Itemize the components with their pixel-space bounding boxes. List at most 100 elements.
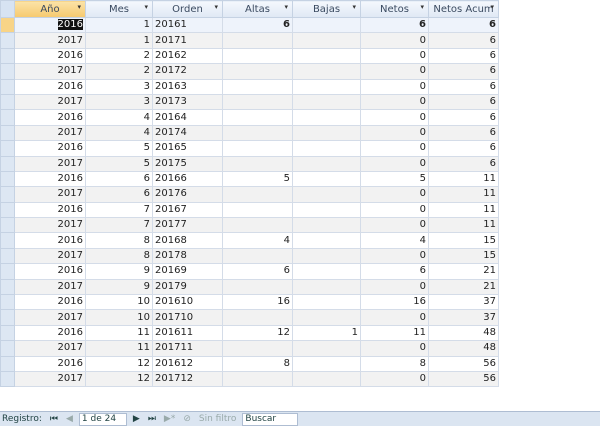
cell[interactable]: 11 xyxy=(428,170,499,188)
cell[interactable]: 1 xyxy=(292,324,361,342)
cell[interactable]: 1 xyxy=(85,32,153,49)
row-selector[interactable] xyxy=(0,78,15,95)
cell[interactable]: 12 xyxy=(222,324,293,342)
row-selector[interactable] xyxy=(0,294,15,311)
cell[interactable] xyxy=(292,232,361,249)
cell[interactable]: 9 xyxy=(85,263,153,280)
cell[interactable]: 2016 xyxy=(14,78,86,95)
column-header[interactable]: Orden ▾ xyxy=(152,0,223,18)
cell[interactable]: 0 xyxy=(360,140,429,157)
cell[interactable] xyxy=(292,78,361,95)
cell[interactable] xyxy=(222,155,293,172)
sort-filter-dropdown-icon[interactable]: ▾ xyxy=(284,3,288,11)
cell[interactable]: 4 xyxy=(222,232,293,249)
cell[interactable]: 6 xyxy=(222,263,293,280)
cell[interactable]: 12 xyxy=(85,370,153,388)
cell[interactable]: 20167 xyxy=(152,201,223,219)
cell[interactable]: 2017 xyxy=(14,278,86,296)
cell[interactable]: 6 xyxy=(85,186,153,203)
row-selector[interactable] xyxy=(0,155,15,172)
cell[interactable]: 4 xyxy=(85,109,153,126)
cell[interactable]: 20173 xyxy=(152,93,223,111)
cell[interactable]: 6 xyxy=(428,124,499,142)
cell[interactable]: 201612 xyxy=(152,355,223,372)
row-selector[interactable] xyxy=(0,232,15,249)
cell[interactable]: 20162 xyxy=(152,47,223,65)
cell[interactable] xyxy=(292,140,361,157)
last-record-button[interactable]: ⏭ xyxy=(146,414,158,424)
cell[interactable]: 201610 xyxy=(152,294,223,311)
row-selector[interactable] xyxy=(0,340,15,357)
cell[interactable]: 16 xyxy=(360,294,429,311)
column-header[interactable]: Bajas ▾ xyxy=(292,0,361,18)
cell[interactable]: 0 xyxy=(360,278,429,296)
cell[interactable]: 21 xyxy=(428,263,499,280)
cell[interactable]: 0 xyxy=(360,32,429,49)
cell[interactable] xyxy=(222,340,293,357)
cell[interactable] xyxy=(292,16,361,34)
cell[interactable]: 0 xyxy=(360,47,429,65)
cell[interactable]: 6 xyxy=(428,109,499,126)
cell[interactable]: 7 xyxy=(85,217,153,234)
cell[interactable]: 37 xyxy=(428,309,499,326)
row-selector[interactable] xyxy=(0,309,15,326)
cell[interactable]: 2017 xyxy=(14,217,86,234)
row-selector[interactable] xyxy=(0,140,15,157)
cell[interactable]: 6 xyxy=(428,78,499,95)
cell[interactable]: 0 xyxy=(360,109,429,126)
cell[interactable] xyxy=(292,263,361,280)
cell[interactable]: 16 xyxy=(222,294,293,311)
cell[interactable]: 0 xyxy=(360,63,429,80)
cell[interactable]: 20177 xyxy=(152,217,223,234)
cell[interactable]: 0 xyxy=(360,340,429,357)
cell[interactable]: 0 xyxy=(360,309,429,326)
cell[interactable]: 6 xyxy=(85,170,153,188)
cell[interactable]: 6 xyxy=(428,63,499,80)
cell[interactable]: 20169 xyxy=(152,263,223,280)
cell[interactable]: 2 xyxy=(85,47,153,65)
cell[interactable]: 37 xyxy=(428,294,499,311)
cell[interactable] xyxy=(292,32,361,49)
cell[interactable]: 20178 xyxy=(152,247,223,265)
cell[interactable]: 2017 xyxy=(14,32,86,49)
row-selector[interactable] xyxy=(0,370,15,388)
cell[interactable] xyxy=(222,278,293,296)
cell[interactable]: 6 xyxy=(428,16,499,34)
row-selector[interactable] xyxy=(0,124,15,142)
cell[interactable] xyxy=(222,201,293,219)
row-selector[interactable] xyxy=(0,186,15,203)
new-record-button[interactable]: ▶* xyxy=(162,414,177,424)
sort-filter-dropdown-icon[interactable]: ▾ xyxy=(490,3,494,11)
cell[interactable]: 2016 xyxy=(14,170,86,188)
cell[interactable]: 2017 xyxy=(14,370,86,388)
cell[interactable]: 0 xyxy=(360,201,429,219)
cell[interactable]: 0 xyxy=(360,124,429,142)
cell[interactable]: 3 xyxy=(85,78,153,95)
cell[interactable]: 2017 xyxy=(14,63,86,80)
cell[interactable]: 20171 xyxy=(152,32,223,49)
column-header[interactable]: Mes ▾ xyxy=(85,0,153,18)
cell[interactable] xyxy=(292,170,361,188)
cell[interactable] xyxy=(292,124,361,142)
cell[interactable]: 48 xyxy=(428,324,499,342)
cell[interactable]: 2016 xyxy=(14,201,86,219)
cell[interactable] xyxy=(222,32,293,49)
cell[interactable]: 11 xyxy=(428,217,499,234)
cell[interactable] xyxy=(222,47,293,65)
cell[interactable] xyxy=(222,63,293,80)
cell[interactable] xyxy=(222,93,293,111)
filter-toggle[interactable]: Sin filtro xyxy=(197,414,239,424)
cell[interactable]: 6 xyxy=(428,140,499,157)
cell[interactable] xyxy=(222,186,293,203)
cell[interactable]: 20176 xyxy=(152,186,223,203)
cell[interactable]: 201712 xyxy=(152,370,223,388)
sort-filter-dropdown-icon[interactable]: ▾ xyxy=(352,3,356,11)
cell[interactable]: 10 xyxy=(85,309,153,326)
row-selector[interactable] xyxy=(0,324,15,342)
cell[interactable]: 20174 xyxy=(152,124,223,142)
next-record-button[interactable]: ▶ xyxy=(131,414,142,424)
column-header[interactable]: Año ▾ xyxy=(14,0,86,18)
cell[interactable]: 0 xyxy=(360,78,429,95)
column-header[interactable]: Netos ▾ xyxy=(360,0,429,18)
cell[interactable] xyxy=(222,140,293,157)
